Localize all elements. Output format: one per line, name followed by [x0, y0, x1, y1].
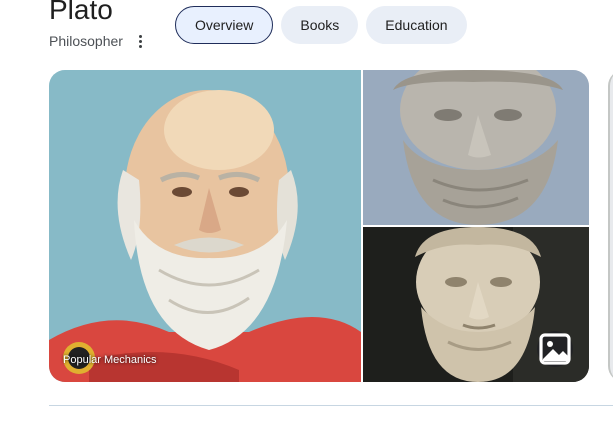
image-gallery: Popular Mechanics: [49, 70, 589, 382]
more-vert-icon[interactable]: [133, 32, 149, 50]
tab-education[interactable]: Education: [366, 6, 467, 44]
next-card-peek[interactable]: [608, 70, 613, 382]
entity-title: Plato: [49, 0, 113, 25]
image-gallery-icon[interactable]: [537, 331, 573, 367]
bust-image-top[interactable]: [363, 70, 589, 225]
entity-subtitle: Philosopher: [49, 33, 123, 49]
bust-image-bottom[interactable]: [363, 227, 589, 382]
main-portrait-image[interactable]: Popular Mechanics: [49, 70, 361, 382]
tab-books[interactable]: Books: [281, 6, 359, 44]
tab-overview[interactable]: Overview: [175, 6, 274, 44]
entity-subtitle-row: Philosopher: [49, 31, 149, 51]
image-credit: Popular Mechanics: [63, 354, 157, 366]
entity-tabs: Overview Books Education: [175, 6, 467, 44]
section-divider: [49, 405, 613, 406]
